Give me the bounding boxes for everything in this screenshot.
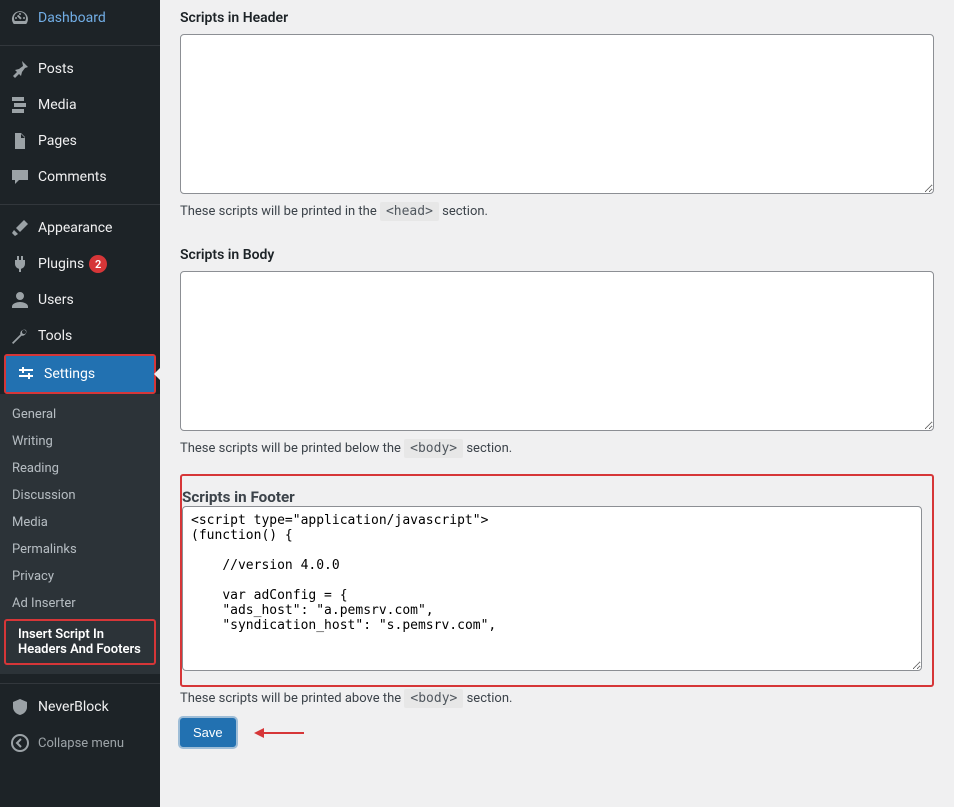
body-scripts-help: These scripts will be printed below the … (180, 441, 934, 456)
submenu-permalinks[interactable]: Permalinks (0, 536, 160, 563)
menu-separator (0, 41, 160, 46)
sidebar-label: Media (38, 97, 77, 113)
submenu-general[interactable]: General (0, 401, 160, 428)
comment-icon (10, 167, 30, 187)
footer-scripts-title: Scripts in Footer (182, 488, 922, 506)
header-scripts-textarea[interactable] (180, 34, 934, 194)
sliders-icon (16, 364, 36, 384)
pin-icon (10, 59, 30, 79)
menu-separator (0, 679, 160, 684)
sidebar-label: Pages (38, 133, 77, 149)
submenu-insert-script[interactable]: Insert Script In Headers And Footers (6, 621, 154, 663)
sidebar-label: Dashboard (38, 10, 106, 26)
plug-icon (10, 254, 30, 274)
sidebar-item-dashboard[interactable]: Dashboard (0, 0, 160, 36)
menu-separator (0, 200, 160, 205)
footer-scripts-textarea[interactable] (182, 506, 922, 671)
body-scripts-textarea[interactable] (180, 271, 934, 431)
header-scripts-title: Scripts in Header (180, 10, 934, 26)
submenu-ad-inserter[interactable]: Ad Inserter (0, 590, 160, 617)
dashboard-icon (10, 8, 30, 28)
wrench-icon (10, 326, 30, 346)
section-body-scripts: Scripts in Body These scripts will be pr… (180, 247, 934, 456)
sidebar-label: Appearance (38, 220, 112, 236)
sidebar-item-tools[interactable]: Tools (0, 318, 160, 354)
settings-submenu: General Writing Reading Discussion Media… (0, 394, 160, 674)
arrow-annotation (254, 724, 304, 742)
sidebar-label: NeverBlock (38, 699, 109, 715)
collapse-icon (10, 733, 30, 753)
collapse-label: Collapse menu (38, 736, 124, 751)
header-scripts-help: These scripts will be printed in the <he… (180, 204, 934, 219)
submenu-discussion[interactable]: Discussion (0, 482, 160, 509)
sidebar-item-neverblock[interactable]: NeverBlock (0, 689, 160, 725)
sidebar-label: Tools (38, 328, 72, 344)
section-header-scripts: Scripts in Header These scripts will be … (180, 10, 934, 219)
media-icon (10, 95, 30, 115)
submenu-media[interactable]: Media (0, 509, 160, 536)
sidebar-item-comments[interactable]: Comments (0, 159, 160, 195)
submenu-privacy[interactable]: Privacy (0, 563, 160, 590)
shield-icon (10, 697, 30, 717)
sidebar-item-appearance[interactable]: Appearance (0, 210, 160, 246)
submenu-writing[interactable]: Writing (0, 428, 160, 455)
brush-icon (10, 218, 30, 238)
sidebar-item-posts[interactable]: Posts (0, 51, 160, 87)
user-icon (10, 290, 30, 310)
submenu-reading[interactable]: Reading (0, 455, 160, 482)
sidebar-item-media[interactable]: Media (0, 87, 160, 123)
sidebar-label: Settings (44, 366, 95, 382)
page-icon (10, 131, 30, 151)
sidebar-item-settings[interactable]: Settings (6, 356, 154, 392)
save-button[interactable]: Save (180, 718, 236, 747)
sidebar-label: Comments (38, 169, 107, 185)
plugins-badge: 2 (89, 255, 107, 273)
sidebar-label: Users (38, 292, 74, 308)
body-scripts-title: Scripts in Body (180, 247, 934, 263)
footer-highlight-box: Scripts in Footer (180, 474, 934, 687)
sidebar-item-pages[interactable]: Pages (0, 123, 160, 159)
collapse-menu[interactable]: Collapse menu (0, 725, 160, 761)
footer-scripts-help: These scripts will be printed above the … (180, 691, 934, 706)
sidebar-label: Posts (38, 61, 74, 77)
sidebar-item-plugins[interactable]: Plugins 2 (0, 246, 160, 282)
sidebar-item-users[interactable]: Users (0, 282, 160, 318)
insert-script-highlight-box: Insert Script In Headers And Footers (4, 619, 156, 665)
settings-highlight-box: Settings (4, 354, 156, 394)
sidebar-label: Plugins (38, 256, 84, 272)
